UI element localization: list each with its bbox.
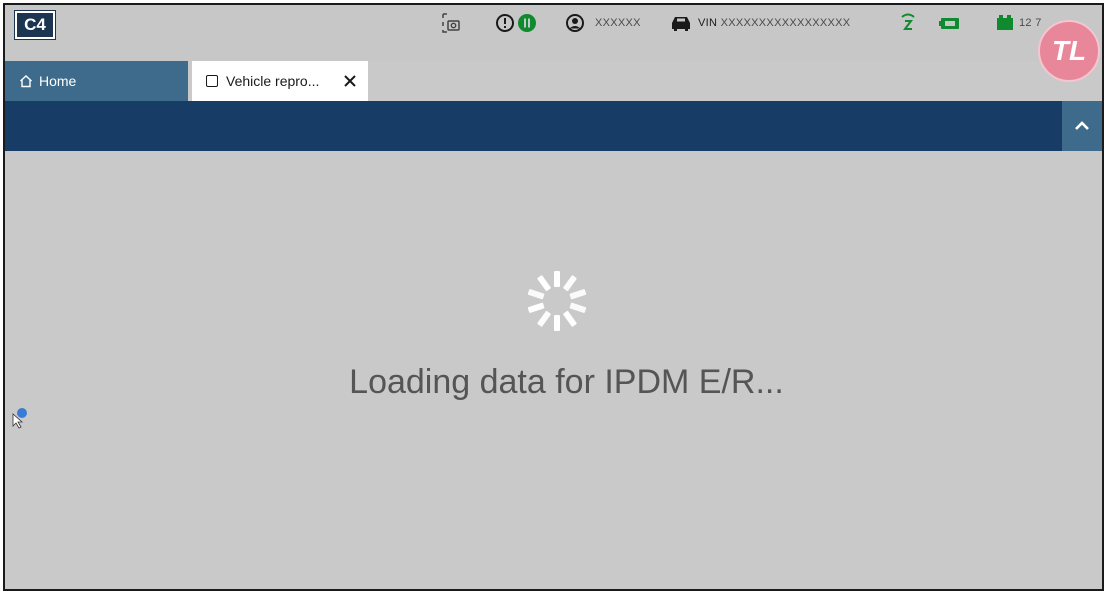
- car-icon: [669, 9, 693, 37]
- battery-voltage: 12 7: [1019, 17, 1042, 29]
- vin-prefix: VIN: [698, 17, 718, 29]
- user-icon[interactable]: [565, 9, 585, 37]
- pause-icon[interactable]: [517, 9, 537, 37]
- collapse-button[interactable]: [1062, 101, 1102, 151]
- user-name: XXXXXX: [595, 17, 641, 29]
- alert-icon[interactable]: [495, 9, 515, 37]
- connection-icon: [898, 9, 918, 37]
- tl-watermark-badge: TL: [1038, 20, 1100, 82]
- screenshot-icon[interactable]: [441, 9, 461, 37]
- main-content: Loading data for IPDM E/R...: [5, 151, 1102, 589]
- tab-home[interactable]: Home: [5, 61, 188, 101]
- close-tab-button[interactable]: [343, 74, 357, 93]
- app-window: C4 XXXXXX VIN XXXXXXXXXXXXXXXXX 12 7 Hom…: [3, 3, 1104, 591]
- vci-icon: [939, 9, 961, 37]
- vin-value: XXXXXXXXXXXXXXXXX: [720, 17, 851, 29]
- tab-vehicle-reprogramming[interactable]: Vehicle repro...: [192, 61, 368, 101]
- tab-bar: Home Vehicle repro...: [5, 61, 1102, 101]
- status-bar: C4 XXXXXX VIN XXXXXXXXXXXXXXXXX 12 7: [5, 5, 1102, 61]
- loading-message: Loading data for IPDM E/R...: [349, 363, 784, 401]
- chevron-up-icon: [1075, 121, 1089, 130]
- vin-display: VIN XXXXXXXXXXXXXXXXX: [698, 9, 850, 37]
- home-icon: [20, 75, 32, 88]
- window-icon: [206, 75, 218, 87]
- tab-home-label: Home: [39, 73, 77, 89]
- tab-vehicle-label: Vehicle repro...: [226, 73, 320, 89]
- app-logo: C4: [15, 11, 55, 39]
- cursor-icon: [11, 406, 29, 435]
- header-bar: [5, 101, 1102, 151]
- loading-spinner-icon: [525, 269, 589, 338]
- battery-icon: [995, 9, 1015, 37]
- close-icon: [344, 75, 356, 87]
